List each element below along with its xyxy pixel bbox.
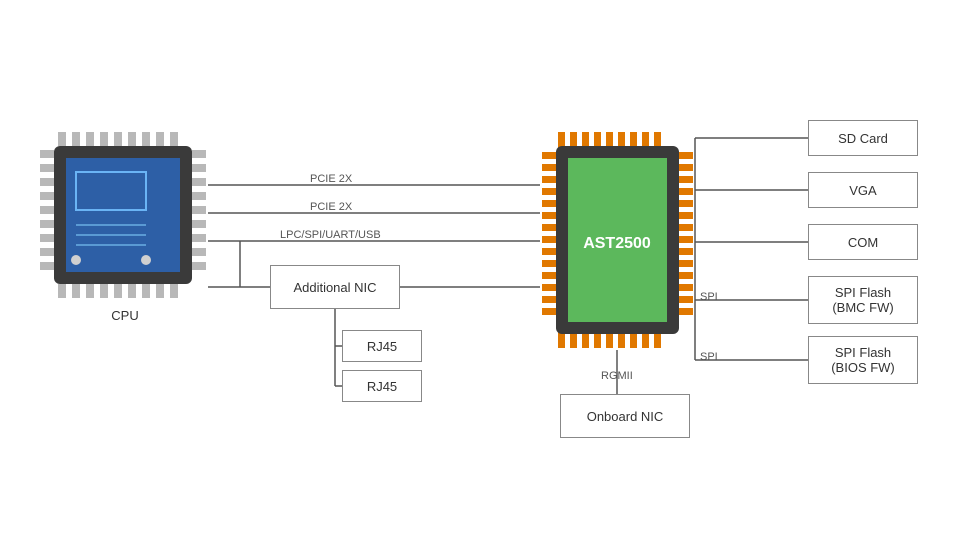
spi-bios-label: SPI: [700, 351, 718, 363]
svg-text:AST2500: AST2500: [583, 235, 651, 252]
vga-box: VGA: [808, 172, 918, 208]
sdcard-box: SD Card: [808, 120, 918, 156]
onboard-nic-box: Onboard NIC: [560, 394, 690, 438]
spi-bios-box: SPI Flash (BIOS FW): [808, 336, 918, 384]
cpu-chip: [38, 130, 208, 300]
spi-bmc-label: SPI: [700, 291, 718, 303]
spi-bmc-box: SPI Flash (BMC FW): [808, 276, 918, 324]
pcie-label-2: PCIE 2X: [310, 201, 352, 213]
lpc-label: LPC/SPI/UART/USB: [280, 229, 381, 241]
ast-chip: AST2500: [540, 130, 695, 350]
additional-nic-box: Additional NIC: [270, 265, 400, 309]
cpu-label: CPU: [95, 308, 155, 323]
pcie-label-1: PCIE 2X: [310, 173, 352, 185]
rj45-box-1: RJ45: [342, 330, 422, 362]
diagram: { "cpu": { "label": "CPU" }, "ast": { "l…: [0, 0, 960, 540]
com-box: COM: [808, 224, 918, 260]
rgmii-label: RGMII: [601, 370, 633, 382]
rj45-box-2: RJ45: [342, 370, 422, 402]
